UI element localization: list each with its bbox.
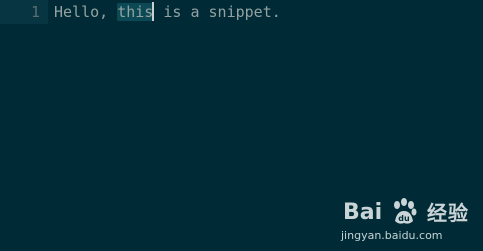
baidu-watermark: Bai du 经验 jingyan.baidu.com — [327, 195, 477, 247]
svg-text:du: du — [398, 214, 410, 223]
code-line[interactable]: Hello, this is a snippet. — [54, 2, 281, 22]
watermark-url: jingyan.baidu.com — [341, 229, 443, 242]
code-text-after: is a snippet. — [154, 3, 281, 21]
watermark-logo: Bai du 经验 — [343, 197, 477, 227]
paw-icon: du — [394, 198, 417, 224]
selected-word-highlight: this — [117, 3, 154, 21]
watermark-brand-left: Bai — [343, 200, 383, 225]
watermark-brand-right: 经验 — [427, 201, 469, 225]
line-number: 1 — [30, 3, 40, 21]
editor-line: 1 Hello, this is a snippet. — [0, 0, 483, 24]
line-gutter: 1 — [0, 0, 48, 24]
code-text-before: Hello, — [54, 3, 118, 21]
